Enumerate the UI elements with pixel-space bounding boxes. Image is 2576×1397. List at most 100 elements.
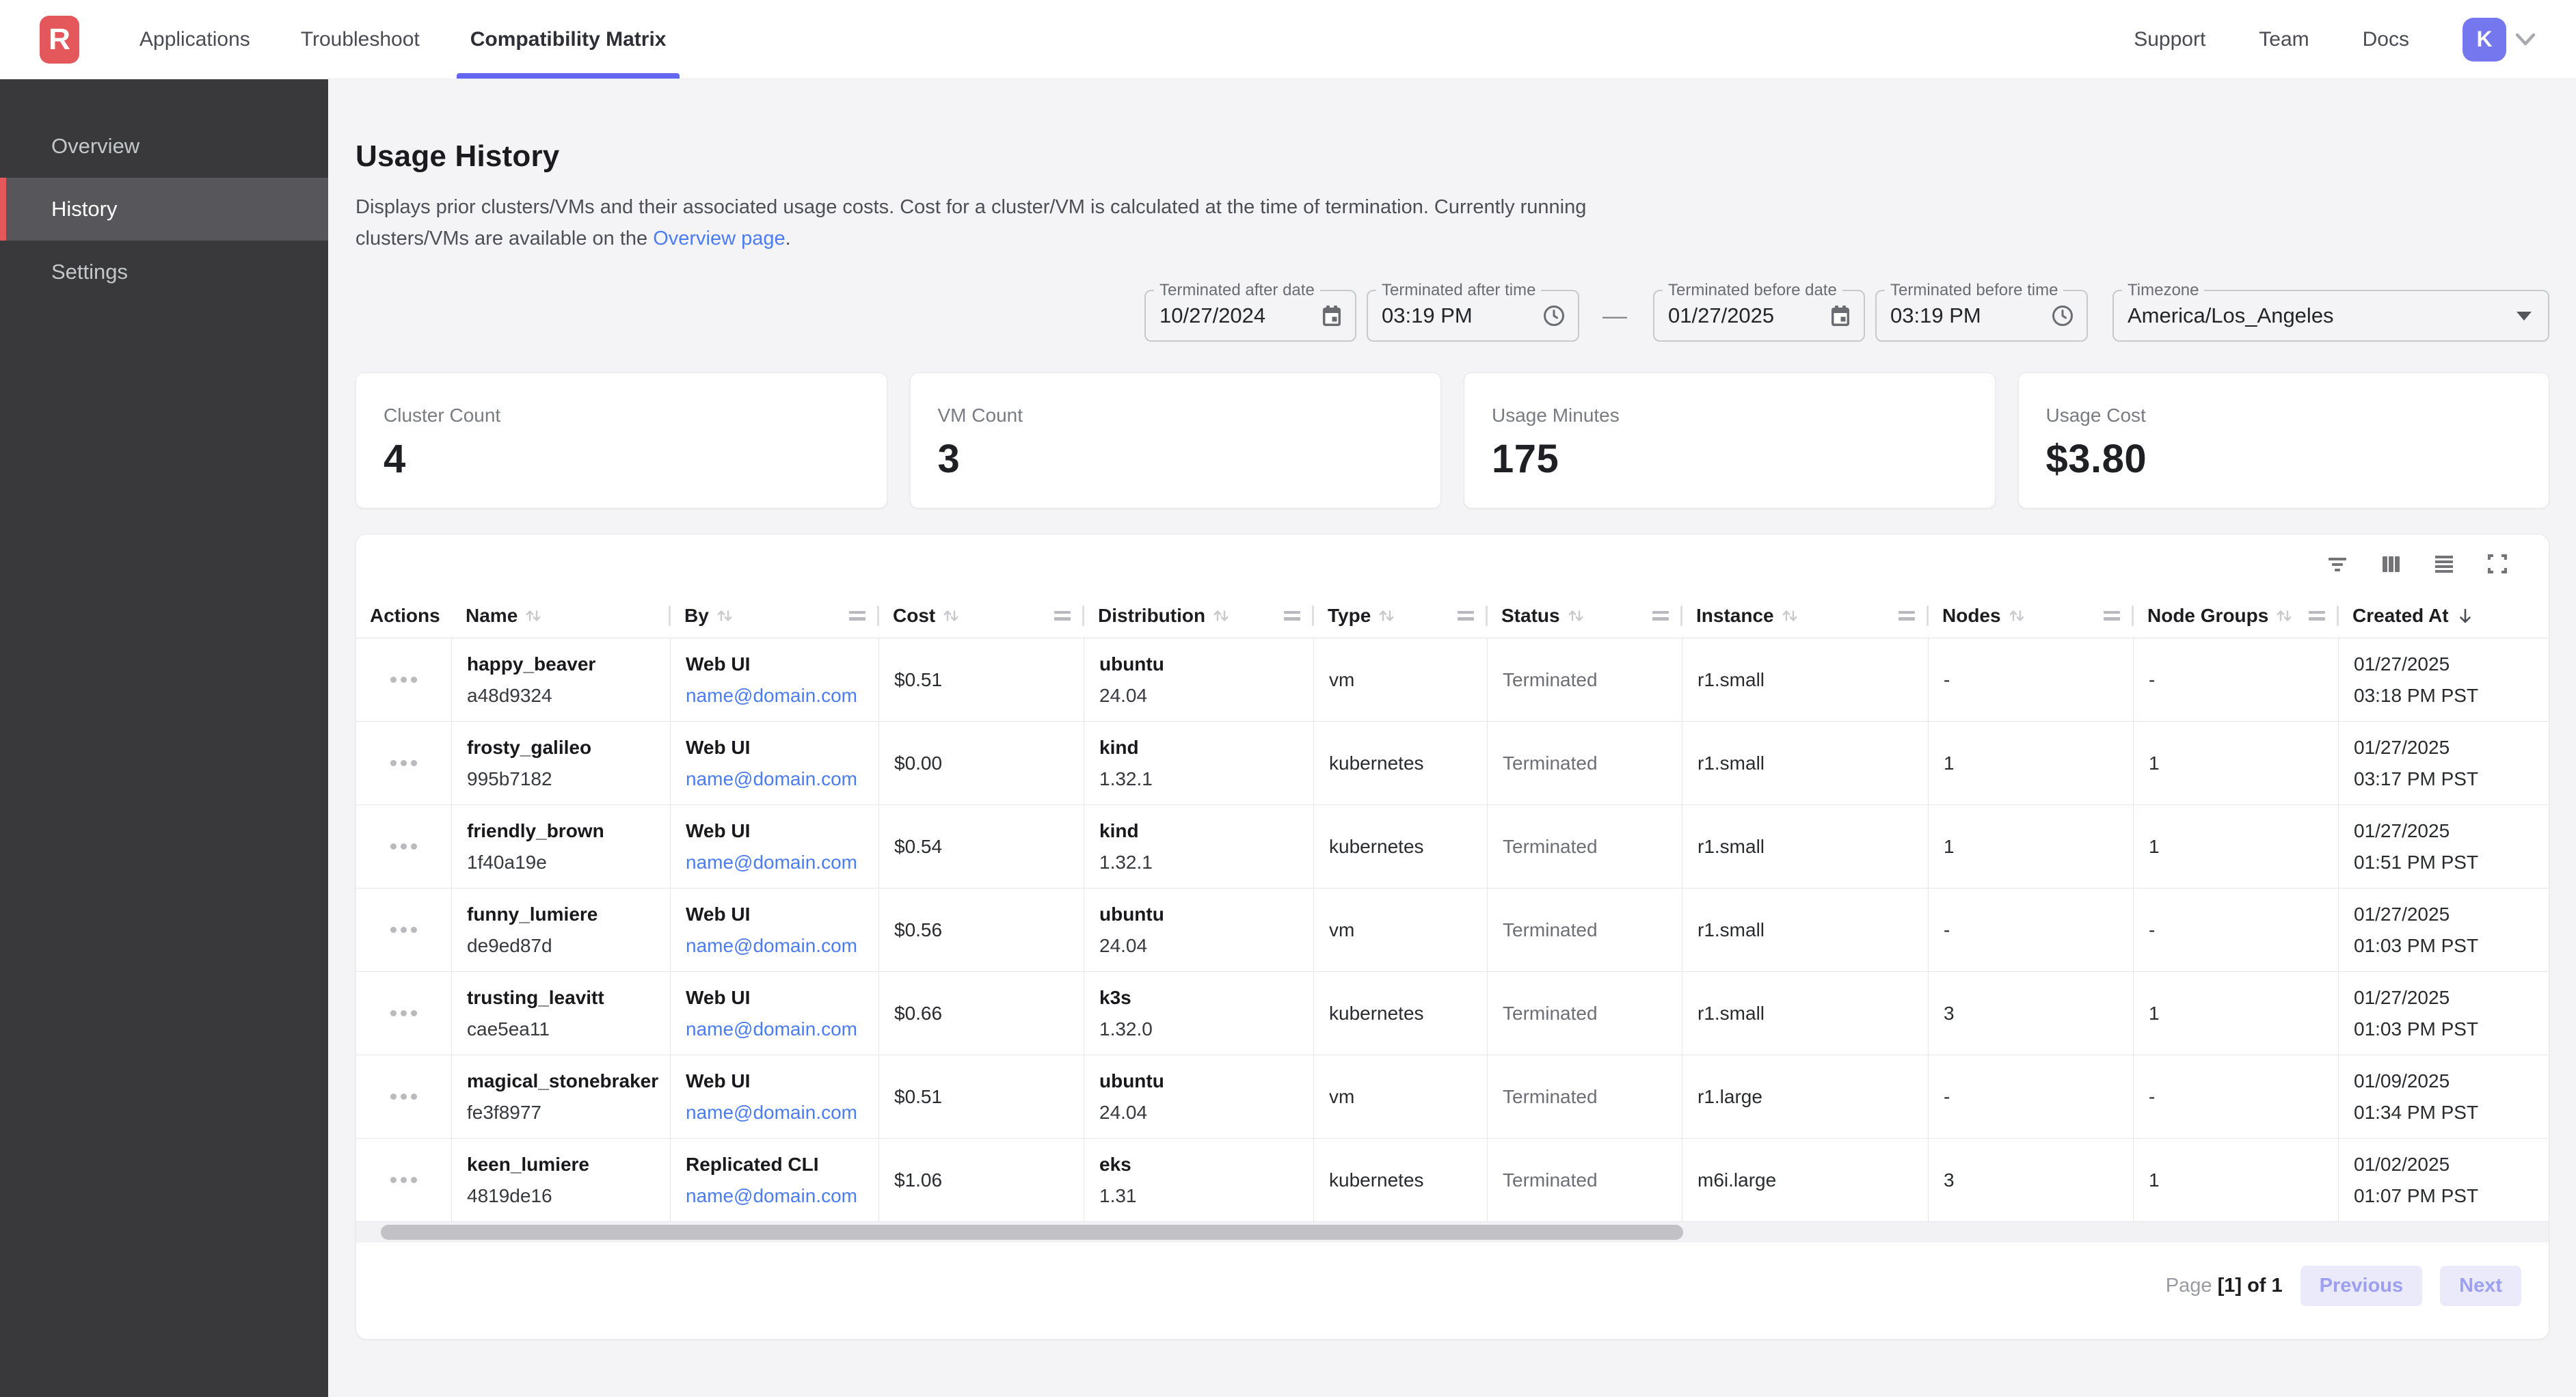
- cell-nodes: -: [1929, 1055, 2134, 1138]
- column-label: Name: [466, 605, 518, 627]
- calendar-icon[interactable]: [1829, 304, 1851, 327]
- column-menu-icon[interactable]: [1458, 611, 1474, 621]
- horizontal-scrollbar-thumb[interactable]: [381, 1225, 1683, 1240]
- instance-value: m6i.large: [1698, 1169, 1928, 1191]
- cell-cost: $1.06: [879, 1139, 1084, 1221]
- nav-link-support[interactable]: Support: [2134, 28, 2205, 51]
- column-header-name[interactable]: Name: [452, 593, 671, 638]
- node-groups-value: 1: [2149, 836, 2338, 858]
- row-actions-button[interactable]: [356, 805, 452, 888]
- row-actions-button[interactable]: [356, 972, 452, 1055]
- distribution-version: 1.32.1: [1099, 768, 1313, 790]
- created-by-email-link[interactable]: name@domain.com: [686, 852, 878, 873]
- nav-right: Support Team Docs K: [2134, 18, 2536, 62]
- replicated-logo[interactable]: R: [40, 16, 79, 64]
- cluster-name: keen_lumiere: [467, 1154, 670, 1176]
- terminated-before-date-input[interactable]: Terminated before date 01/27/2025: [1653, 290, 1865, 342]
- created-by-email-link[interactable]: name@domain.com: [686, 1102, 878, 1124]
- density-icon[interactable]: [2431, 551, 2457, 577]
- column-header-created-at[interactable]: Created At: [2339, 593, 2549, 638]
- sidebar-item-overview[interactable]: Overview: [0, 115, 328, 178]
- nav-link-docs[interactable]: Docs: [2363, 28, 2409, 51]
- previous-page-button[interactable]: Previous: [2300, 1266, 2423, 1306]
- cell-created-at: 01/27/202501:51 PM PST: [2339, 805, 2549, 888]
- column-header-type[interactable]: Type: [1314, 593, 1488, 638]
- terminated-before-time-input[interactable]: Terminated before time 03:19 PM: [1875, 290, 2088, 342]
- stat-card-usage-minutes: Usage Minutes 175: [1464, 372, 1996, 508]
- tab-compatibility-matrix[interactable]: Compatibility Matrix: [470, 0, 667, 79]
- column-header-cost[interactable]: Cost: [879, 593, 1084, 638]
- cell-by: Web UIname@domain.com: [671, 638, 879, 721]
- row-actions-button[interactable]: [356, 1055, 452, 1138]
- row-actions-button[interactable]: [356, 638, 452, 721]
- fullscreen-icon[interactable]: [2484, 551, 2510, 577]
- cost-value: $0.54: [894, 836, 1084, 858]
- column-menu-icon[interactable]: [849, 611, 866, 621]
- status-value: Terminated: [1503, 919, 1682, 941]
- actions-dots-icon: [411, 1010, 417, 1016]
- clock-icon[interactable]: [2051, 304, 2074, 327]
- cell-nodes: -: [1929, 638, 2134, 721]
- column-header-by[interactable]: By: [671, 593, 879, 638]
- created-by-email-link[interactable]: name@domain.com: [686, 935, 878, 957]
- created-by-email-link[interactable]: name@domain.com: [686, 1185, 878, 1207]
- overview-page-link[interactable]: Overview page: [653, 228, 785, 249]
- column-header-nodes[interactable]: Nodes: [1929, 593, 2134, 638]
- actions-dots-icon: [390, 1094, 397, 1100]
- actions-dots-icon: [411, 843, 417, 850]
- calendar-icon[interactable]: [1321, 304, 1343, 327]
- column-menu-icon[interactable]: [2309, 611, 2325, 621]
- column-header-distribution[interactable]: Distribution: [1084, 593, 1314, 638]
- sort-icon: [2274, 606, 2294, 626]
- tab-applications[interactable]: Applications: [139, 0, 250, 79]
- nodes-value: 3: [1944, 1169, 2133, 1191]
- tab-troubleshoot[interactable]: Troubleshoot: [301, 0, 420, 79]
- columns-icon[interactable]: [2378, 551, 2404, 577]
- clock-icon[interactable]: [1542, 304, 1566, 327]
- distribution-name: ubuntu: [1099, 1070, 1313, 1092]
- cell-cost: $0.51: [879, 1055, 1084, 1138]
- nav-link-team[interactable]: Team: [2259, 28, 2309, 51]
- created-by-email-link[interactable]: name@domain.com: [686, 1018, 878, 1040]
- column-header-status[interactable]: Status: [1488, 593, 1682, 638]
- cell-nodes: 1: [1929, 805, 2134, 888]
- instance-value: r1.large: [1698, 1086, 1928, 1108]
- sort-icon: [1566, 606, 1586, 626]
- row-actions-button[interactable]: [356, 1139, 452, 1221]
- table-row: frosty_galileo995b7182Web UIname@domain.…: [356, 722, 2549, 805]
- column-header-instance[interactable]: Instance: [1682, 593, 1929, 638]
- sidebar-item-settings[interactable]: Settings: [0, 241, 328, 303]
- column-menu-icon[interactable]: [1652, 611, 1669, 621]
- row-actions-button[interactable]: [356, 889, 452, 971]
- cell-name: frosty_galileo995b7182: [452, 722, 671, 804]
- created-time: 01:34 PM PST: [2354, 1102, 2549, 1124]
- next-page-button[interactable]: Next: [2440, 1266, 2521, 1306]
- timezone-select[interactable]: Timezone America/Los_Angeles: [2112, 290, 2549, 342]
- actions-dots-icon: [401, 1010, 407, 1016]
- column-menu-icon[interactable]: [2104, 611, 2120, 621]
- instance-value: r1.small: [1698, 752, 1928, 774]
- column-label: By: [684, 605, 709, 627]
- user-menu[interactable]: K: [2463, 18, 2536, 62]
- row-actions-button[interactable]: [356, 722, 452, 804]
- column-header-node-groups[interactable]: Node Groups: [2134, 593, 2339, 638]
- created-by-email-link[interactable]: name@domain.com: [686, 768, 878, 790]
- cell-by: Web UIname@domain.com: [671, 889, 879, 971]
- sidebar-item-history[interactable]: History: [0, 178, 328, 241]
- terminated-after-date-input[interactable]: Terminated after date 10/27/2024: [1144, 290, 1356, 342]
- cell-cost: $0.54: [879, 805, 1084, 888]
- column-menu-icon[interactable]: [1284, 611, 1300, 621]
- node-groups-value: -: [2149, 1086, 2338, 1108]
- nav-tabs: Applications Troubleshoot Compatibility …: [139, 0, 666, 79]
- cell-by: Web UIname@domain.com: [671, 972, 879, 1055]
- cell-instance: r1.small: [1682, 889, 1929, 971]
- cell-cost: $0.51: [879, 638, 1084, 721]
- filter-icon[interactable]: [2324, 551, 2350, 577]
- column-menu-icon[interactable]: [1054, 611, 1071, 621]
- table-row: happy_beavera48d9324Web UIname@domain.co…: [356, 638, 2549, 722]
- column-menu-icon[interactable]: [1899, 611, 1915, 621]
- created-by-email-link[interactable]: name@domain.com: [686, 685, 878, 707]
- terminated-after-time-input[interactable]: Terminated after time 03:19 PM: [1367, 290, 1579, 342]
- page-description: Displays prior clusters/VMs and their as…: [355, 191, 1641, 254]
- horizontal-scrollbar-track[interactable]: [356, 1222, 2549, 1243]
